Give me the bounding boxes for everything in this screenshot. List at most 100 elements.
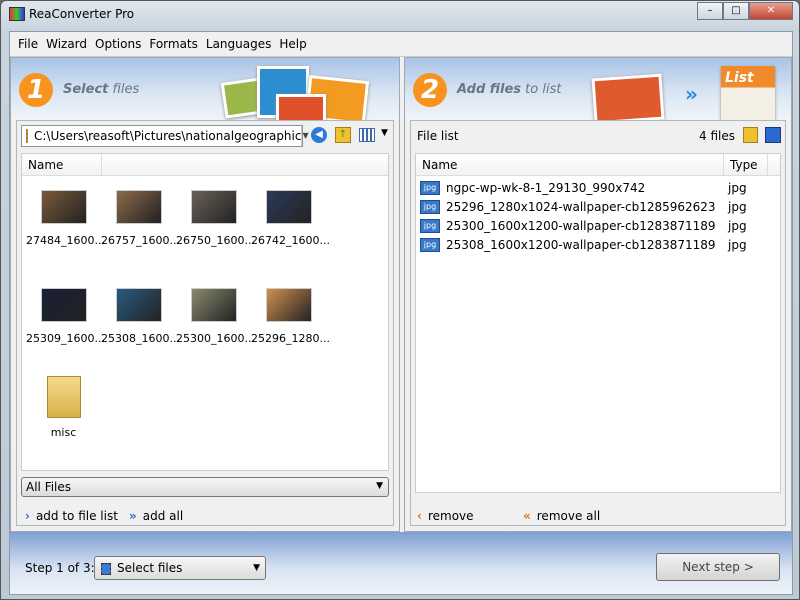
thumbnail-image (190, 288, 237, 322)
file-count: 4 files (699, 129, 735, 143)
next-step-button[interactable]: Next step > (656, 553, 780, 581)
close-button[interactable]: ✕ (749, 2, 793, 20)
folder-icon (26, 129, 28, 143)
select-files-panel: 1 Select files C:\Users\reasoft\Pictures… (10, 57, 400, 532)
load-list-icon[interactable] (743, 127, 758, 143)
app-window: ReaConverter Pro – □ ✕ File Wizard Optio… (0, 0, 800, 600)
menu-options[interactable]: Options (91, 37, 145, 51)
file-type: jpg (728, 237, 747, 252)
step2-banner: 2 Add files to list » List (405, 58, 791, 125)
file-type: jpg (728, 199, 747, 214)
thumbnail-label: 26750_1600... (176, 234, 255, 247)
add-all-button[interactable]: » add all (129, 509, 183, 523)
column-type[interactable]: Type (724, 154, 768, 175)
step1-title: Select files (63, 82, 140, 97)
remove-button[interactable]: ‹ remove (417, 509, 474, 523)
step-select[interactable]: Select files ▼ (94, 556, 266, 580)
thumbnail-image (265, 288, 312, 322)
thumbnail-label: 25308_1600... (101, 332, 180, 345)
file-type: jpg (728, 180, 747, 195)
menu-languages[interactable]: Languages (202, 37, 275, 51)
thumbnail-label: 26757_1600... (101, 234, 180, 247)
file-row[interactable]: jpg 25296_1280x1024-wallpaper-cb128596262… (416, 197, 780, 216)
jpg-file-icon: jpg (420, 218, 440, 233)
file-thumbnail[interactable]: 25309_1600... (26, 284, 105, 345)
chevron-down-icon[interactable]: ▼ (301, 126, 309, 146)
jpg-file-icon: jpg (420, 199, 440, 214)
thumbnail-label: 25309_1600... (26, 332, 105, 345)
file-thumbnail[interactable]: 26750_1600... (176, 186, 255, 247)
thumbnail-label: 25300_1600... (176, 332, 255, 345)
file-name: 25308_1600x1200-wallpaper-cb1283871189 (446, 237, 716, 252)
chevron-down-icon: ▼ (376, 481, 383, 491)
file-name: 25300_1600x1200-wallpaper-cb1283871189 (446, 218, 716, 233)
thumbnail-image (115, 190, 162, 224)
chevron-down-icon: ▼ (253, 563, 260, 573)
double-arrow-icon: » (685, 82, 698, 106)
file-thumbnail[interactable]: 27484_1600... (26, 186, 105, 247)
column-name[interactable]: Name (22, 154, 102, 175)
file-thumbnail[interactable]: 26742_1600... (251, 186, 330, 247)
menu-formats[interactable]: Formats (145, 37, 202, 51)
column-name[interactable]: Name (416, 154, 724, 175)
chevron-left-icon: ‹ (417, 509, 422, 523)
thumbnail-image (40, 190, 87, 224)
back-icon[interactable]: ◀ (311, 127, 327, 143)
thumbnail-image (265, 190, 312, 224)
folder-path: C:\Users\reasoft\Pictures\nationalgeogra… (34, 129, 302, 143)
file-row[interactable]: jpg 25308_1600x1200-wallpaper-cb128387118… (416, 235, 780, 254)
chevron-down-icon[interactable]: ▼ (381, 128, 388, 138)
file-thumbnail[interactable]: 25296_1280... (251, 284, 330, 345)
file-thumbnail[interactable]: 25308_1600... (101, 284, 180, 345)
file-thumbnail[interactable]: misc (26, 376, 101, 439)
file-filter-select[interactable]: All Files ▼ (21, 477, 389, 497)
menu-bar: File Wizard Options Formats Languages He… (10, 32, 792, 57)
file-list-label: File list (417, 129, 459, 143)
file-thumbnail[interactable]: 25300_1600... (176, 284, 255, 345)
window-title: ReaConverter Pro (29, 7, 135, 21)
jpg-file-icon: jpg (420, 180, 440, 195)
view-mode-icon[interactable] (359, 128, 375, 142)
thumbnail-label: misc (50, 426, 77, 439)
chevron-right-icon: › (25, 509, 30, 523)
file-thumbnail[interactable]: 26757_1600... (101, 186, 180, 247)
remove-all-button[interactable]: «remove all (523, 509, 600, 523)
folder-path-combo[interactable]: C:\Users\reasoft\Pictures\nationalgeogra… (21, 125, 309, 147)
step1-banner: 1 Select files (11, 58, 399, 126)
photo-stack-art (591, 73, 665, 125)
file-name: ngpc-wp-wk-8-1_29130_990x742 (446, 180, 646, 195)
file-row[interactable]: jpg ngpc-wp-wk-8-1_29130_990x742 jpg (416, 178, 780, 197)
thumbnail-image (40, 288, 87, 322)
wizard-footer: Step 1 of 3: Select files ▼ Next step > (10, 532, 792, 594)
menu-file[interactable]: File (14, 37, 42, 51)
file-type: jpg (728, 218, 747, 233)
double-chevron-right-icon: » (129, 509, 137, 523)
file-row[interactable]: jpg 25300_1600x1200-wallpaper-cb128387118… (416, 216, 780, 235)
step-number-badge: 1 (19, 73, 53, 107)
thumbnail-image (190, 190, 237, 224)
minimize-button[interactable]: – (697, 2, 723, 20)
thumbnail-image (115, 288, 162, 322)
maximize-button[interactable]: □ (723, 2, 749, 20)
folder-up-icon[interactable]: ↑ (335, 127, 351, 143)
save-list-icon[interactable] (765, 127, 781, 143)
thumbnail-label: 27484_1600... (26, 234, 105, 247)
file-browser: Name 27484_1600... 26757_1600... 26750_160… (21, 153, 389, 471)
menu-wizard[interactable]: Wizard (42, 37, 91, 51)
step2-title: Add files to list (457, 82, 562, 97)
add-files-panel: 2 Add files to list » List File list 4 f… (404, 57, 792, 532)
file-name: 25296_1280x1024-wallpaper-cb1285962623 (446, 199, 716, 214)
add-to-file-list-button[interactable]: › add to file list (25, 509, 118, 523)
double-chevron-left-icon: « (523, 509, 531, 523)
menu-help[interactable]: Help (275, 37, 310, 51)
folder-icon (46, 376, 81, 418)
list-document-art: List (721, 66, 775, 120)
jpg-file-icon: jpg (420, 237, 440, 252)
thumbnail-label: 26742_1600... (251, 234, 330, 247)
file-list: Name Type jpg ngpc-wp-wk-8-1_29130_990x742… (415, 153, 781, 493)
step-number-badge: 2 (413, 73, 447, 107)
step-label: Step 1 of 3: (25, 561, 95, 575)
thumbnail-label: 25296_1280... (251, 332, 330, 345)
select-files-icon (101, 562, 111, 575)
app-icon (9, 7, 25, 21)
